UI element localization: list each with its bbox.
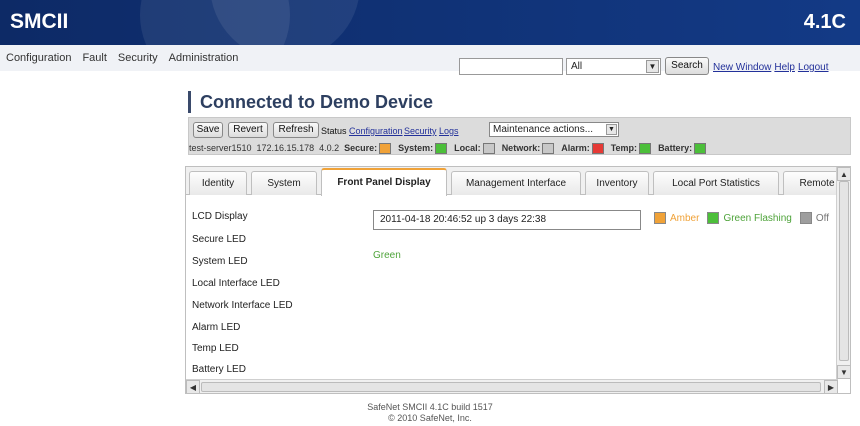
logout-link[interactable]: Logout — [798, 62, 829, 73]
battery-indicator-label: Battery: — [658, 143, 693, 153]
security-link[interactable]: Security — [404, 126, 437, 136]
tab-identity[interactable]: Identity — [189, 171, 247, 195]
menu-item-fault[interactable]: Fault — [82, 52, 106, 64]
scroll-down-icon[interactable]: ▼ — [837, 365, 850, 379]
green-flashing-legend-label: Green Flashing — [723, 212, 792, 224]
header-decoration — [210, 0, 360, 45]
chevron-down-icon: ▼ — [606, 124, 617, 135]
system-status-swatch — [435, 142, 448, 154]
app-brand: SMCII — [10, 10, 69, 33]
tab-front-panel-display[interactable]: Front Panel Display — [321, 168, 447, 196]
menu-item-security[interactable]: Security — [118, 52, 158, 64]
tab-inventory[interactable]: Inventory — [585, 171, 649, 195]
led-legend: Amber Green Flashing Off — [654, 212, 829, 224]
secure-led-label: Secure LED — [192, 234, 246, 245]
chevron-down-icon: ▼ — [646, 60, 659, 73]
battery-led-label: Battery LED — [192, 364, 246, 375]
green-flashing-legend-swatch — [707, 212, 720, 224]
lcd-display-field[interactable]: 2011-04-18 20:46:52 up 3 days 22:38 — [373, 210, 641, 230]
scroll-up-icon[interactable]: ▲ — [837, 167, 850, 181]
network-status-swatch — [542, 142, 555, 154]
device-firmware: 4.0.2 — [319, 143, 340, 153]
scroll-right-icon[interactable]: ▶ — [824, 380, 838, 393]
secure-status-swatch — [379, 142, 392, 154]
tab-local-port-statistics[interactable]: Local Port Statistics — [653, 171, 779, 195]
refresh-button[interactable]: Refresh — [273, 122, 319, 138]
menu-item-configuration[interactable]: Configuration — [6, 52, 71, 64]
system-led-label: System LED — [192, 256, 248, 267]
scroll-left-icon[interactable]: ◀ — [186, 380, 200, 393]
footer-copyright: © 2010 SafeNet, Inc. — [388, 413, 472, 423]
device-toolbar: Save Revert Refresh Status Configuration… — [188, 117, 851, 155]
footer: SafeNet SMCII 4.1C build 1517 © 2010 Saf… — [0, 402, 860, 424]
system-indicator-label: System: — [398, 143, 434, 153]
off-legend-label: Off — [815, 212, 829, 224]
network-indicator-label: Network: — [501, 143, 541, 153]
device-hostname: test-server1510 — [189, 143, 252, 153]
tab-management-interface[interactable]: Management Interface — [451, 171, 581, 195]
device-title: Connected to Demo Device — [188, 91, 433, 113]
secure-indicator-label: Secure: — [344, 143, 378, 153]
temp-led-label: Temp LED — [192, 343, 239, 354]
maintenance-actions-select[interactable]: Maintenance actions... ▼ — [489, 122, 619, 137]
alarm-status-swatch — [591, 142, 604, 154]
logs-link[interactable]: Logs — [439, 126, 459, 136]
alarm-indicator-label: Alarm: — [561, 143, 590, 153]
local-interface-led-label: Local Interface LED — [192, 278, 280, 289]
help-link[interactable]: Help — [774, 62, 795, 73]
search-scope-value: All — [571, 61, 583, 72]
revert-button[interactable]: Revert — [228, 122, 268, 138]
app-header: SMCII 4.1C — [0, 0, 860, 45]
menu-item-administration[interactable]: Administration — [169, 52, 239, 64]
local-status-swatch — [482, 142, 495, 154]
temp-status-swatch — [639, 142, 652, 154]
configuration-link[interactable]: Configuration — [349, 126, 403, 136]
status-label: Status — [321, 126, 347, 136]
tab-system[interactable]: System — [251, 171, 317, 195]
tab-strip: Identity System Front Panel Display Mana… — [186, 167, 850, 196]
network-interface-led-label: Network Interface LED — [192, 300, 293, 311]
amber-legend-swatch — [654, 212, 666, 224]
battery-status-swatch — [694, 142, 707, 154]
lcd-display-label: LCD Display — [192, 211, 248, 222]
device-ip: 172.16.15.178 — [256, 143, 315, 153]
new-window-link[interactable]: New Window — [713, 62, 771, 73]
maintenance-actions-value: Maintenance actions... — [493, 124, 594, 135]
tab-panel: Identity System Front Panel Display Mana… — [185, 166, 851, 394]
footer-build: SafeNet SMCII 4.1C build 1517 — [367, 402, 493, 412]
save-button[interactable]: Save — [193, 122, 223, 138]
horizontal-scrollbar[interactable]: ◀ ▶ — [186, 379, 838, 393]
search-scope-select[interactable]: All ▼ — [566, 58, 661, 75]
alarm-led-label: Alarm LED — [192, 322, 241, 333]
app-version: 4.1C — [803, 11, 846, 33]
temp-indicator-label: Temp: — [610, 143, 638, 153]
off-legend-swatch — [799, 212, 812, 224]
search-button[interactable]: Search — [665, 57, 709, 75]
search-input[interactable] — [459, 58, 563, 75]
device-status-row: test-server1510 172.16.15.178 4.0.2 Secu… — [189, 142, 713, 154]
vertical-scroll-thumb[interactable] — [839, 181, 849, 361]
top-links: New Window Help Logout — [713, 62, 832, 73]
horizontal-scroll-thumb[interactable] — [201, 382, 821, 392]
local-indicator-label: Local: — [454, 143, 481, 153]
main-menu: Configuration Fault Security Administrat… — [6, 45, 249, 71]
vertical-scrollbar[interactable]: ▲ ▼ — [836, 167, 850, 379]
amber-legend-label: Amber — [670, 212, 700, 224]
secure-led-state: Green — [373, 250, 401, 261]
